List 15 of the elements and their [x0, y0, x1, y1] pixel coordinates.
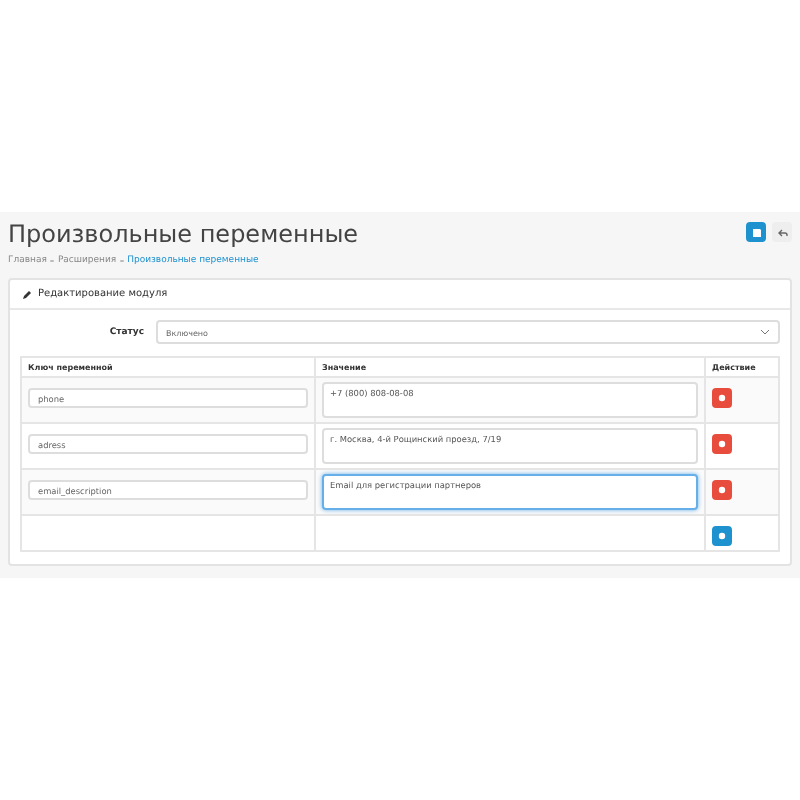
add-button[interactable] [712, 526, 732, 546]
back-button[interactable] [772, 222, 792, 242]
circle-icon [718, 486, 726, 494]
save-icon [751, 227, 761, 237]
circle-icon [718, 440, 726, 448]
remove-button[interactable] [712, 388, 732, 408]
remove-button[interactable] [712, 480, 732, 500]
chevron-down-icon [760, 328, 770, 336]
circle-icon [718, 532, 726, 540]
pencil-icon [22, 289, 32, 299]
remove-button[interactable] [712, 434, 732, 454]
back-arrow-icon [777, 227, 787, 237]
save-button[interactable] [746, 222, 766, 242]
page-title: Произвольные переменные [8, 218, 359, 248]
circle-icon [718, 394, 726, 402]
